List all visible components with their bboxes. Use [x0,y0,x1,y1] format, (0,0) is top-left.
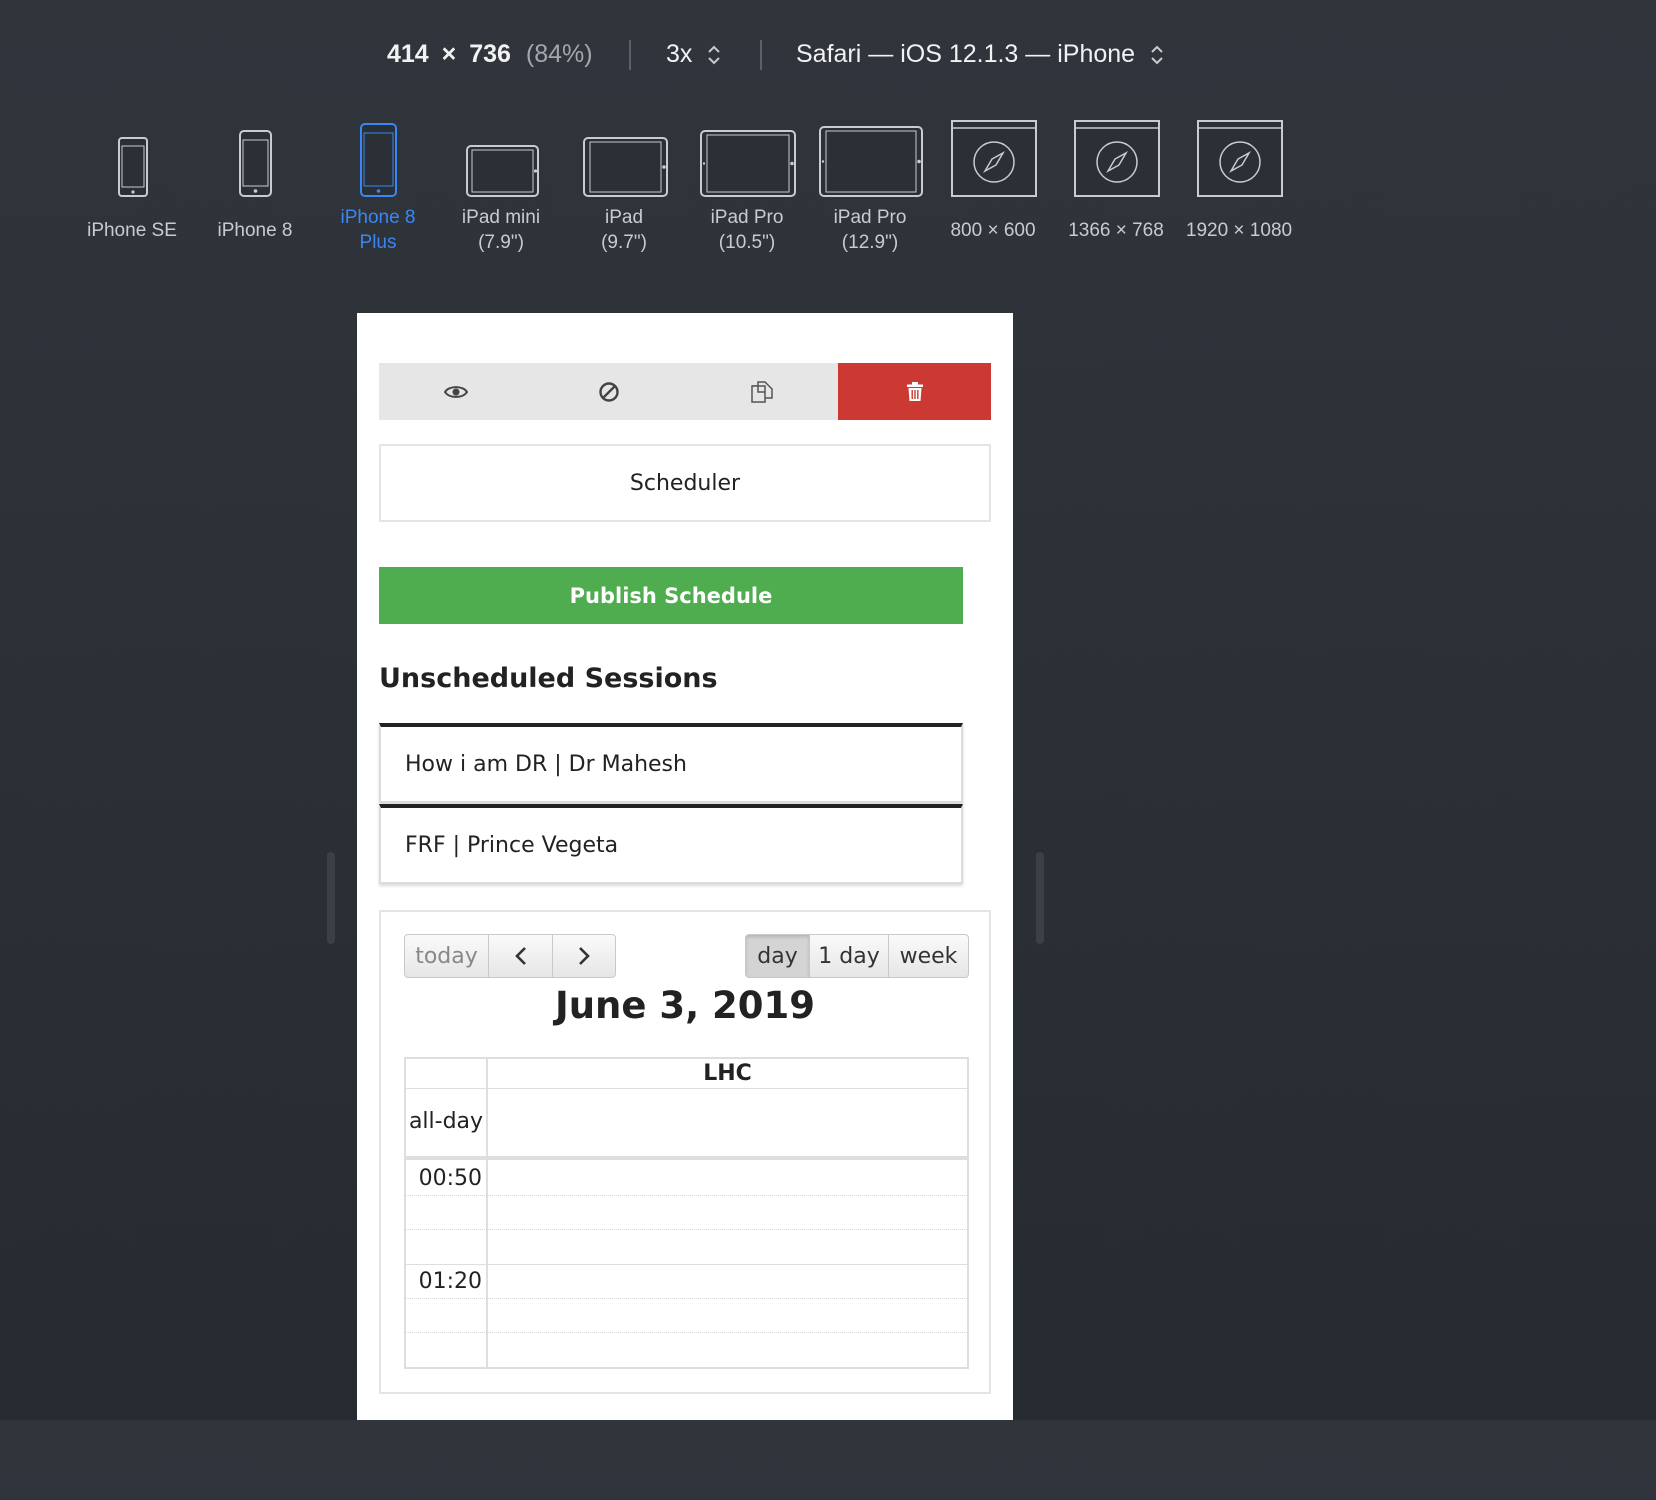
delete-button[interactable] [838,363,991,420]
device-label: iPhone 8 [217,220,293,241]
next-button[interactable] [552,934,616,978]
phone-icon [239,130,272,197]
tablet-icon [819,126,923,197]
device-label: iPhone SE [87,220,177,241]
compass-window-icon [1197,120,1283,197]
viewport-size[interactable]: 414 × 736 (84%) [387,40,593,69]
device-label: (10.5") [718,232,776,253]
unscheduled-sessions-heading: Unscheduled Sessions [379,663,718,694]
grid-axis-line [486,1059,488,1367]
tablet-icon [466,145,539,197]
viewport-width: 414 [387,40,429,68]
user-agent-select[interactable]: Safari — iOS 12.1.3 — iPhone [796,40,1164,69]
allday-divider [406,1156,967,1160]
updown-chevron-icon [1151,45,1163,65]
grid-line [406,1298,967,1299]
ban-icon [598,381,619,402]
updown-chevron-icon [708,45,721,65]
duplicate-button[interactable] [685,363,838,420]
device-label: 800 × 600 [950,220,1036,241]
allday-label: all-day [408,1109,484,1134]
device-label: iPhone 8 [340,207,416,228]
grid-line [406,1264,967,1265]
phone-icon [360,123,397,197]
device-label: iPad Pro [710,207,784,228]
view-1day-button[interactable]: 1 day [809,934,889,978]
device-label: iPad Pro [833,207,907,228]
times-sign: × [441,40,457,68]
pixel-ratio-select[interactable]: 3x [666,40,721,69]
responsive-mode-bar: 414 × 736 (84%) 3x Safari — iOS 12.1.3 —… [0,30,1568,80]
grid-line [406,1332,967,1333]
calendar-grid: LHC all-day 00:50 01:20 [404,1057,969,1369]
grid-line [406,1229,967,1230]
separator [629,40,631,70]
device-presets: iPhone SE iPhone 8 iPhone 8 Plus iPad mi… [0,115,1568,265]
device-viewport: Scheduler Publish Schedule Unscheduled S… [357,313,1013,1420]
device-label: (12.9") [841,232,899,253]
calendar: today day 1 day week June 3, 2019 LHC al… [379,910,991,1394]
device-label: 1920 × 1080 [1185,220,1293,241]
zoom-level: (84%) [525,40,593,68]
tablet-icon [700,130,796,197]
disable-button[interactable] [532,363,685,420]
trash-icon [906,382,923,401]
action-toolbar [379,363,991,420]
device-label: 1366 × 768 [1068,220,1164,241]
view-button[interactable] [379,363,532,420]
device-label: (9.7") [601,232,647,253]
chevron-right-icon [579,947,590,965]
pixel-ratio-value: 3x [666,40,693,68]
time-label: 01:20 [418,1269,482,1294]
resource-header: LHC [703,1061,752,1086]
device-label: Plus [359,232,397,253]
tablet-icon [583,137,668,197]
eye-icon [443,385,468,398]
device-label: (7.9") [478,232,524,253]
device-label: iPad mini [461,207,541,228]
view-week-button[interactable]: week [888,934,969,978]
grid-line [406,1088,967,1089]
user-agent-value: Safari — iOS 12.1.3 — iPhone [796,40,1136,68]
today-button[interactable]: today [404,934,489,978]
resize-handle-right[interactable] [1036,852,1044,944]
scheduler-title-box: Scheduler [379,444,991,522]
compass-window-icon [951,120,1037,197]
publish-schedule-button[interactable]: Publish Schedule [379,567,963,624]
copy-icon [750,380,773,403]
session-item[interactable]: FRF | Prince Vegeta [379,804,963,884]
separator [760,40,762,70]
phone-icon [118,137,148,197]
time-label: 00:50 [418,1166,482,1191]
resize-handle-left[interactable] [327,852,335,944]
view-day-button[interactable]: day [745,934,810,978]
session-item[interactable]: How i am DR | Dr Mahesh [379,723,963,803]
chevron-left-icon [514,947,526,965]
grid-line [406,1195,967,1196]
device-label: iPad [604,207,644,228]
prev-button[interactable] [488,934,553,978]
scheduler-label: Scheduler [629,470,741,496]
compass-window-icon [1074,120,1160,197]
calendar-date-title: June 3, 2019 [554,984,816,1027]
viewport-height: 736 [469,40,511,68]
